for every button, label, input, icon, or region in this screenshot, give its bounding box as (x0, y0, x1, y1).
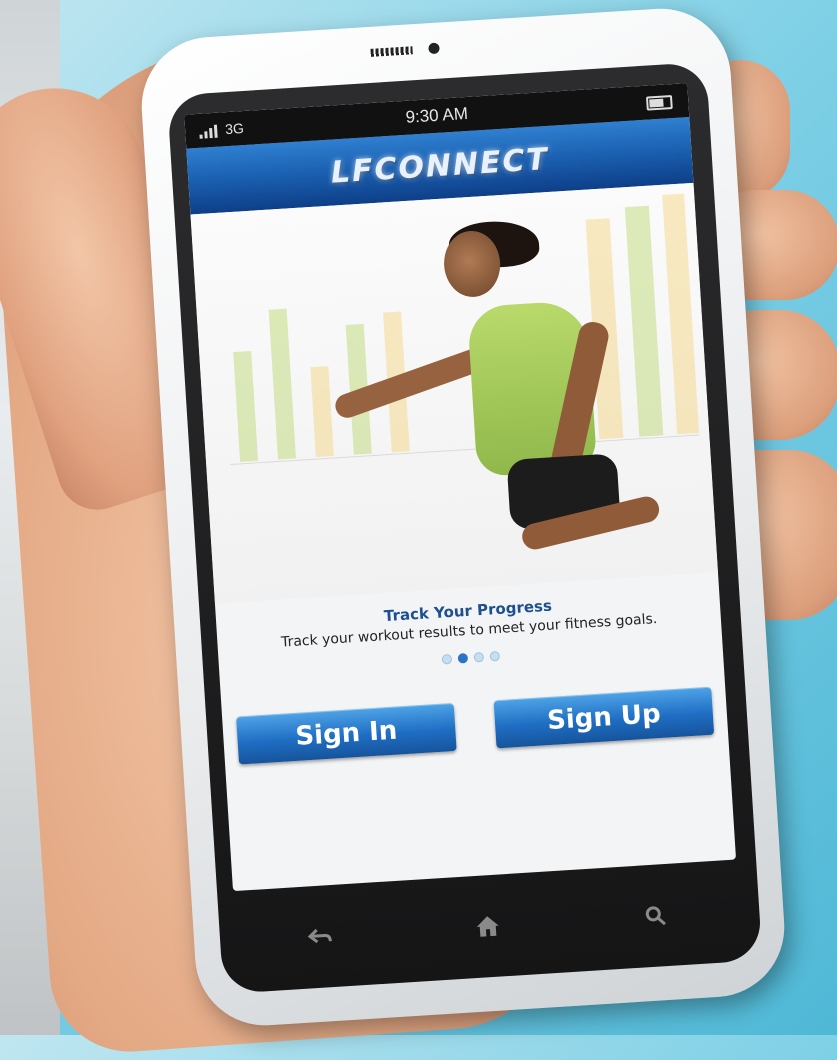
pager-dot[interactable] (441, 653, 453, 665)
pager-dot-active[interactable] (457, 652, 469, 664)
home-icon[interactable] (467, 905, 509, 947)
speaker-grille (370, 46, 413, 57)
front-camera (428, 42, 440, 55)
bg-bar (662, 193, 700, 435)
phone-screen: 3G 9:30 AM LFCONNECT Track Your Progress… (184, 83, 737, 892)
smartphone: 3G 9:30 AM LFCONNECT Track Your Progress… (137, 4, 789, 1030)
pager-dot[interactable] (473, 651, 485, 663)
runner-photo (332, 207, 662, 589)
pager-dot[interactable] (489, 650, 501, 662)
battery-icon (645, 95, 673, 111)
bg-bar (233, 350, 259, 462)
bg-bar (268, 308, 296, 460)
app-logo: LFCONNECT (329, 141, 550, 191)
bg-bar (310, 366, 334, 458)
search-icon[interactable] (634, 894, 676, 936)
hero-image (190, 182, 718, 604)
sign-in-button[interactable]: Sign In (236, 702, 457, 765)
sign-up-button[interactable]: Sign Up (493, 686, 715, 749)
auth-buttons: Sign In Sign Up (222, 686, 728, 766)
back-icon[interactable] (299, 916, 341, 958)
